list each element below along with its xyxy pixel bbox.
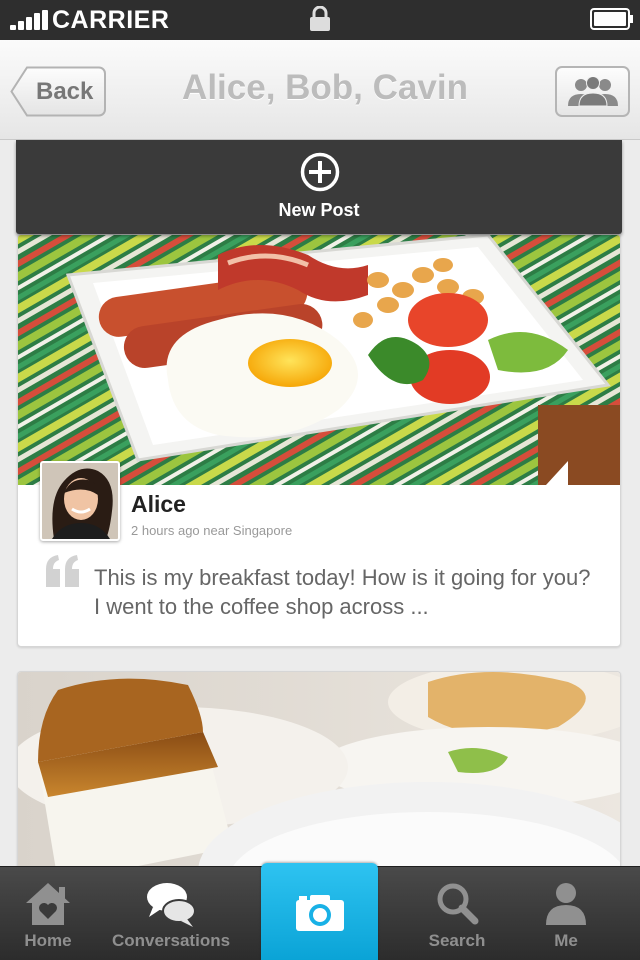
post-meta: 2 hours ago near Singapore bbox=[131, 523, 293, 538]
alice-avatar-image bbox=[42, 463, 118, 539]
lock-icon bbox=[310, 6, 330, 31]
tab-conversations[interactable]: Conversations bbox=[96, 867, 246, 960]
post-author-name[interactable]: Alice bbox=[131, 491, 186, 518]
add-circle-icon bbox=[300, 152, 340, 192]
home-heart-icon bbox=[26, 883, 70, 925]
battery-icon bbox=[590, 8, 633, 30]
navigation-bar: Back Alice, Bob, Cavin bbox=[0, 40, 640, 140]
person-icon bbox=[546, 883, 586, 925]
back-button[interactable]: Back bbox=[10, 66, 106, 117]
group-people-icon bbox=[568, 77, 618, 107]
participants-button[interactable] bbox=[555, 66, 630, 117]
post-card[interactable]: Alice 2 hours ago near Singapore This is… bbox=[17, 234, 621, 647]
camera-icon bbox=[296, 895, 344, 931]
breakfast-photo bbox=[18, 235, 620, 485]
tab-camera[interactable] bbox=[261, 863, 378, 960]
avatar[interactable] bbox=[40, 461, 120, 541]
search-icon bbox=[437, 883, 479, 925]
status-bar: CARRIER bbox=[0, 0, 640, 40]
tab-home[interactable]: Home bbox=[0, 867, 96, 960]
dessert-photo bbox=[18, 672, 620, 891]
tab-home-label: Home bbox=[24, 931, 72, 950]
signal-strength-icon bbox=[10, 10, 48, 30]
carrier-name: CARRIER bbox=[52, 6, 170, 34]
tab-search[interactable]: Search bbox=[404, 867, 510, 960]
post-text: This is my breakfast today! How is it go… bbox=[94, 565, 591, 619]
chat-bubbles-icon bbox=[147, 883, 196, 927]
post-card[interactable] bbox=[17, 671, 621, 891]
back-button-label: Back bbox=[36, 78, 94, 105]
tab-me-label: Me bbox=[554, 931, 578, 950]
tab-conversations-label: Conversations bbox=[111, 931, 231, 950]
tab-search-label: Search bbox=[428, 931, 486, 950]
new-post-button[interactable]: New Post bbox=[16, 140, 622, 234]
tab-bar: Home Conversations Search Me bbox=[0, 863, 640, 960]
new-post-label: New Post bbox=[278, 200, 360, 220]
quote-icon bbox=[46, 555, 79, 587]
page-title: Alice, Bob, Cavin bbox=[182, 68, 468, 107]
tab-me[interactable]: Me bbox=[520, 867, 612, 960]
